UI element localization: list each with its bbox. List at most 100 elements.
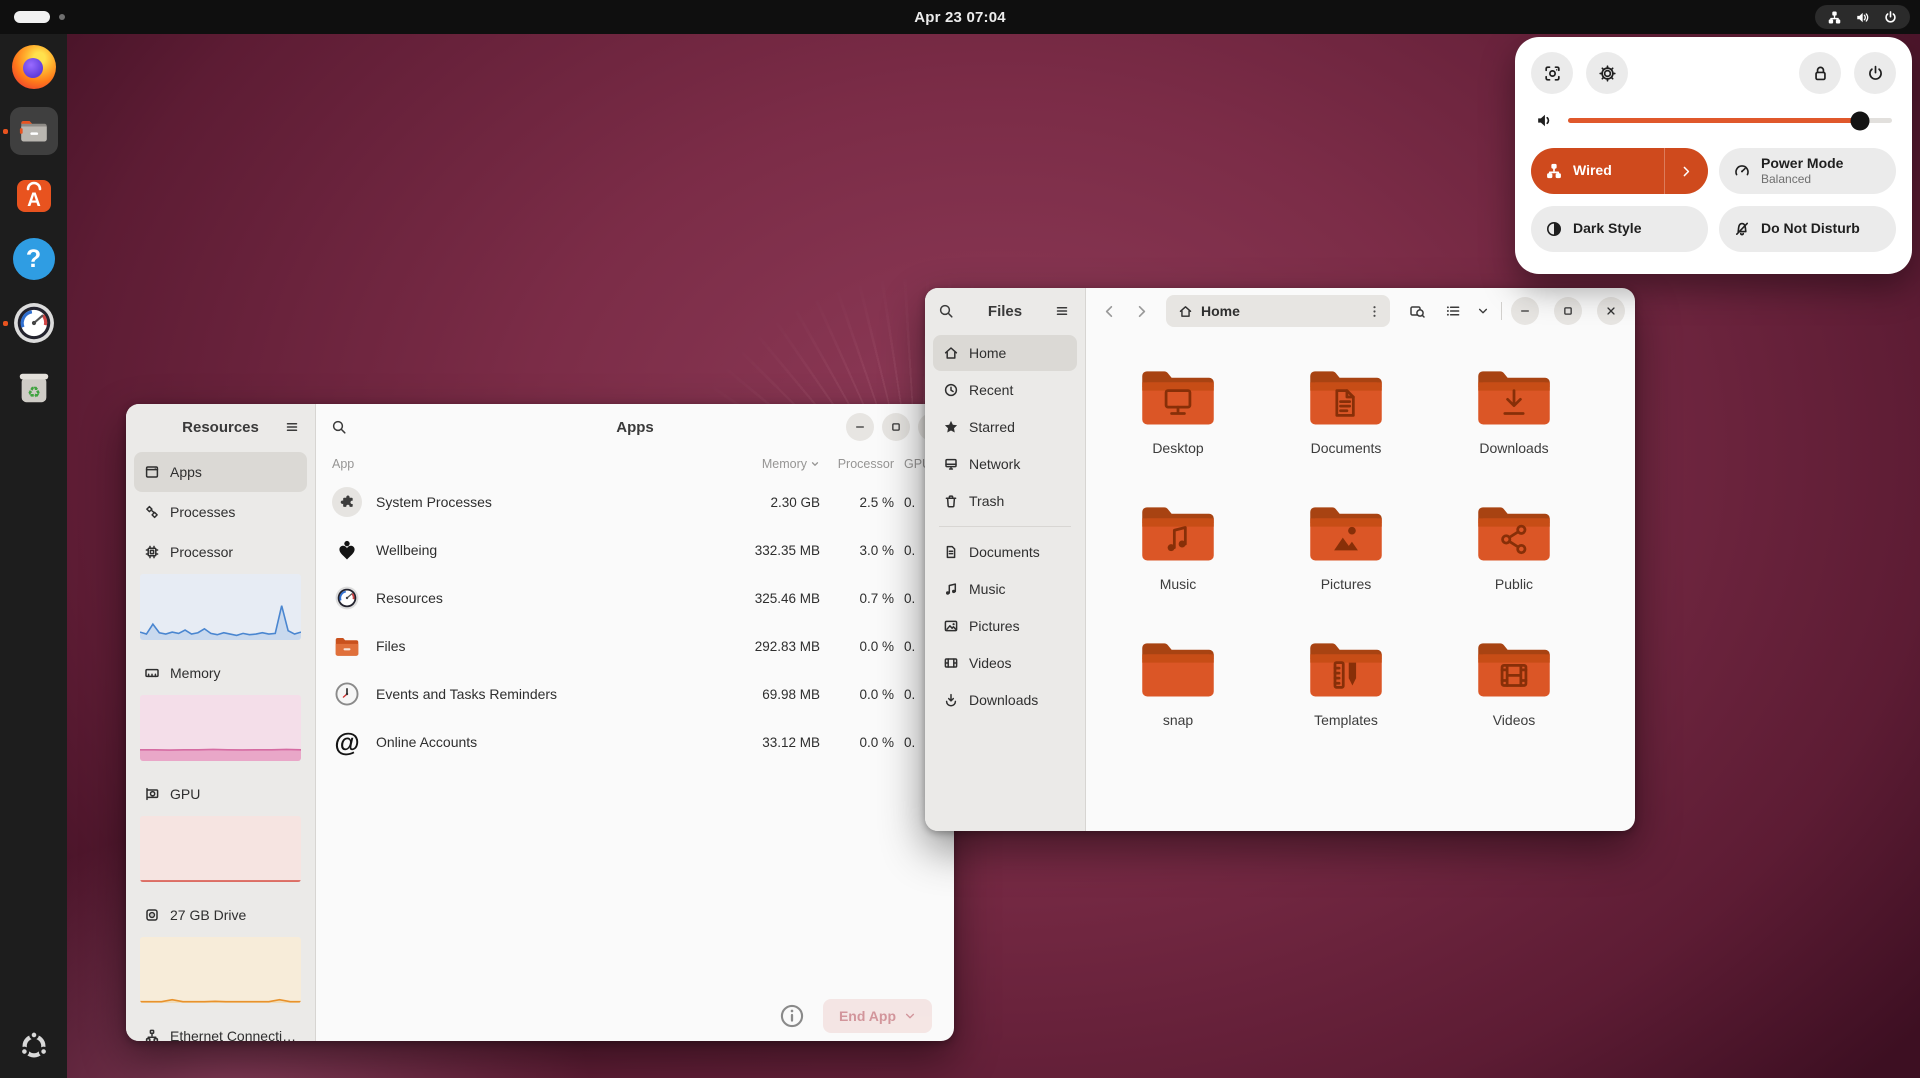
power-off-button[interactable] <box>1854 52 1896 94</box>
files-sidebar-item-pictures[interactable]: Pictures <box>933 608 1077 644</box>
resources-sidebar: Resources AppsProcessesProcessorMemoryGP… <box>126 404 316 1041</box>
sidebar-divider <box>939 526 1071 527</box>
svg-text:A: A <box>27 190 41 211</box>
lock-icon <box>1811 64 1830 83</box>
dock-item-resources[interactable] <box>10 299 58 347</box>
wired-network-tile[interactable]: Wired <box>1531 148 1708 194</box>
app-info-button[interactable] <box>779 1003 805 1029</box>
files-sidebar-item-home[interactable]: Home <box>933 335 1077 371</box>
quick-settings-panel: Wired Power Mode Balanced Dark Style Do … <box>1515 37 1912 274</box>
files-maximize-button[interactable] <box>1554 297 1582 325</box>
app-row-events-and-tasks-reminders[interactable]: Events and Tasks Reminders69.98 MB0.0 %0… <box>316 670 954 718</box>
dark-style-tile[interactable]: Dark Style <box>1531 206 1708 252</box>
dock-item-trash[interactable]: ♻ <box>10 363 58 411</box>
system-tray[interactable] <box>1815 5 1910 29</box>
screenshot-button[interactable] <box>1531 52 1573 94</box>
column-processor[interactable]: Processor <box>820 457 894 471</box>
location-options-kebab-icon[interactable] <box>1367 304 1382 319</box>
dock-item-firefox[interactable] <box>10 43 58 91</box>
folder-label: Documents <box>1271 440 1421 456</box>
app-memory: 33.12 MB <box>702 735 820 750</box>
resources-sidebar-item-memory[interactable]: Memory <box>134 653 307 693</box>
dock-item-files[interactable] <box>10 107 58 155</box>
dock-item-show-apps[interactable] <box>10 1022 58 1070</box>
files-sidebar-item-downloads[interactable]: Downloads <box>933 682 1077 718</box>
documents-icon <box>943 544 959 560</box>
resources-sidebar-item-ethernet-connecti[interactable]: Ethernet Connecti… <box>134 1016 307 1041</box>
folder-pictures[interactable]: Pictures <box>1271 500 1421 592</box>
settings-button[interactable] <box>1586 52 1628 94</box>
files-menu-button[interactable] <box>1047 296 1077 326</box>
resources-sidebar-item-processes[interactable]: Processes <box>134 492 307 532</box>
files-close-button[interactable] <box>1597 297 1625 325</box>
do-not-disturb-tile[interactable]: Do Not Disturb <box>1719 206 1896 252</box>
clock[interactable]: Apr 23 07:04 <box>0 9 1920 26</box>
27-gb-drive-usage-chart <box>140 937 301 1003</box>
list-view-toggle-button[interactable] <box>1438 296 1468 326</box>
search-icon <box>938 303 954 319</box>
folder-icon <box>1303 364 1389 430</box>
files-sidebar-item-starred[interactable]: Starred <box>933 409 1077 445</box>
column-app[interactable]: App <box>332 457 702 471</box>
resources-sidebar-item-processor[interactable]: Processor <box>134 532 307 572</box>
resources-sidebar-item-gpu[interactable]: GPU <box>134 774 307 814</box>
folder-templates[interactable]: Templates <box>1271 636 1421 728</box>
dock-item-app-center[interactable]: A <box>10 171 58 219</box>
resources-sidebar-item-27-gb-drive[interactable]: 27 GB Drive <box>134 895 307 935</box>
files-sidebar-item-recent[interactable]: Recent <box>933 372 1077 408</box>
files-sidebar-item-music[interactable]: Music <box>933 571 1077 607</box>
folder-desktop[interactable]: Desktop <box>1103 364 1253 456</box>
memory-icon <box>144 665 160 681</box>
power-mode-sublabel: Balanced <box>1761 172 1843 186</box>
dock-item-help[interactable]: ? <box>10 235 58 283</box>
app-memory: 332.35 MB <box>702 543 820 558</box>
resources-menu-button[interactable] <box>277 412 307 442</box>
pathbar[interactable]: Home <box>1166 295 1390 327</box>
processor-usage-chart <box>140 574 301 640</box>
files-sidebar-item-videos[interactable]: Videos <box>933 645 1077 681</box>
svg-text:♻: ♻ <box>27 383 41 401</box>
resources-minimize-button[interactable] <box>846 413 874 441</box>
folder-downloads[interactable]: Downloads <box>1439 364 1589 456</box>
search-location-button[interactable] <box>1402 296 1432 326</box>
folder-documents[interactable]: Documents <box>1271 364 1421 456</box>
wired-label: Wired <box>1573 163 1612 178</box>
app-processor: 0.0 % <box>820 639 894 654</box>
back-button[interactable] <box>1096 298 1122 324</box>
app-row-files[interactable]: Files292.83 MB0.0 %0. <box>316 622 954 670</box>
app-name: Events and Tasks Reminders <box>376 686 702 702</box>
resources-sidebar-item-apps[interactable]: Apps <box>134 452 307 492</box>
files-search-button[interactable] <box>931 296 961 326</box>
files-sidebar-item-trash[interactable]: Trash <box>933 483 1077 519</box>
files-sidebar-item-documents[interactable]: Documents <box>933 534 1077 570</box>
files-window: Files HomeRecentStarredNetworkTrashDocum… <box>925 288 1635 831</box>
help-icon: ? <box>13 238 55 280</box>
view-options-button[interactable] <box>1474 298 1492 324</box>
files-minimize-button[interactable] <box>1511 297 1539 325</box>
resources-main-pane: Apps App Memory Processor GPU System Pro… <box>316 404 954 1041</box>
power-mode-tile[interactable]: Power Mode Balanced <box>1719 148 1896 194</box>
videos-icon <box>943 655 959 671</box>
home-icon <box>1178 304 1193 319</box>
app-row-wellbeing[interactable]: Wellbeing332.35 MB3.0 %0. <box>316 526 954 574</box>
files-sidebar-item-network[interactable]: Network <box>933 446 1077 482</box>
lock-screen-button[interactable] <box>1799 52 1841 94</box>
app-row-system-processes[interactable]: System Processes2.30 GB2.5 %0. <box>316 478 954 526</box>
resources-footer: End App <box>316 991 954 1041</box>
app-row-online-accounts[interactable]: @Online Accounts33.12 MB0.0 %0. <box>316 718 954 766</box>
end-app-button[interactable]: End App <box>823 999 932 1033</box>
volume-slider[interactable] <box>1568 118 1892 123</box>
folder-public[interactable]: Public <box>1439 500 1589 592</box>
power-mode-icon <box>1733 162 1751 180</box>
sort-descending-icon <box>810 459 820 469</box>
folder-videos[interactable]: Videos <box>1439 636 1589 728</box>
minimize-icon <box>853 420 867 434</box>
forward-button[interactable] <box>1128 298 1154 324</box>
wired-expand-button[interactable] <box>1664 148 1708 194</box>
volume-slider-knob[interactable] <box>1850 111 1869 130</box>
folder-music[interactable]: Music <box>1103 500 1253 592</box>
app-row-resources[interactable]: Resources325.46 MB0.7 %0. <box>316 574 954 622</box>
folder-snap[interactable]: snap <box>1103 636 1253 728</box>
column-memory[interactable]: Memory <box>702 457 820 471</box>
resources-maximize-button[interactable] <box>882 413 910 441</box>
